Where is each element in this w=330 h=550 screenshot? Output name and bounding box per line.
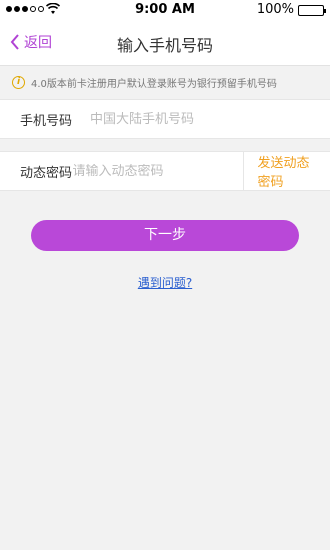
battery-icon <box>298 5 326 16</box>
code-row: 动态密码 发送动态密码 <box>0 151 330 191</box>
info-icon: i <box>12 76 25 89</box>
page-title: 输入手机号码 <box>116 36 213 55</box>
status-bar: 9:00 AM 100% <box>0 0 330 20</box>
phone-label: 手机号码 <box>20 113 73 129</box>
phone-input[interactable] <box>90 111 330 127</box>
help-link[interactable]: 遇到问题? <box>0 274 330 291</box>
phone-row: 手机号码 <box>0 99 330 139</box>
send-code-button[interactable]: 发送动态密码 <box>242 151 330 191</box>
code-input[interactable] <box>72 163 243 179</box>
notice-text: 4.0版本前卡注册用户默认登录账号为银行预留手机号码 <box>31 79 277 90</box>
login-notice: i 4.0版本前卡注册用户默认登录账号为银行预留手机号码 <box>0 66 330 99</box>
battery-percent: 100% <box>256 2 294 17</box>
nav-bar: 返回 输入手机号码 <box>0 20 330 66</box>
code-label: 动态密码 <box>20 165 73 181</box>
next-button[interactable]: 下一步 <box>31 220 299 251</box>
